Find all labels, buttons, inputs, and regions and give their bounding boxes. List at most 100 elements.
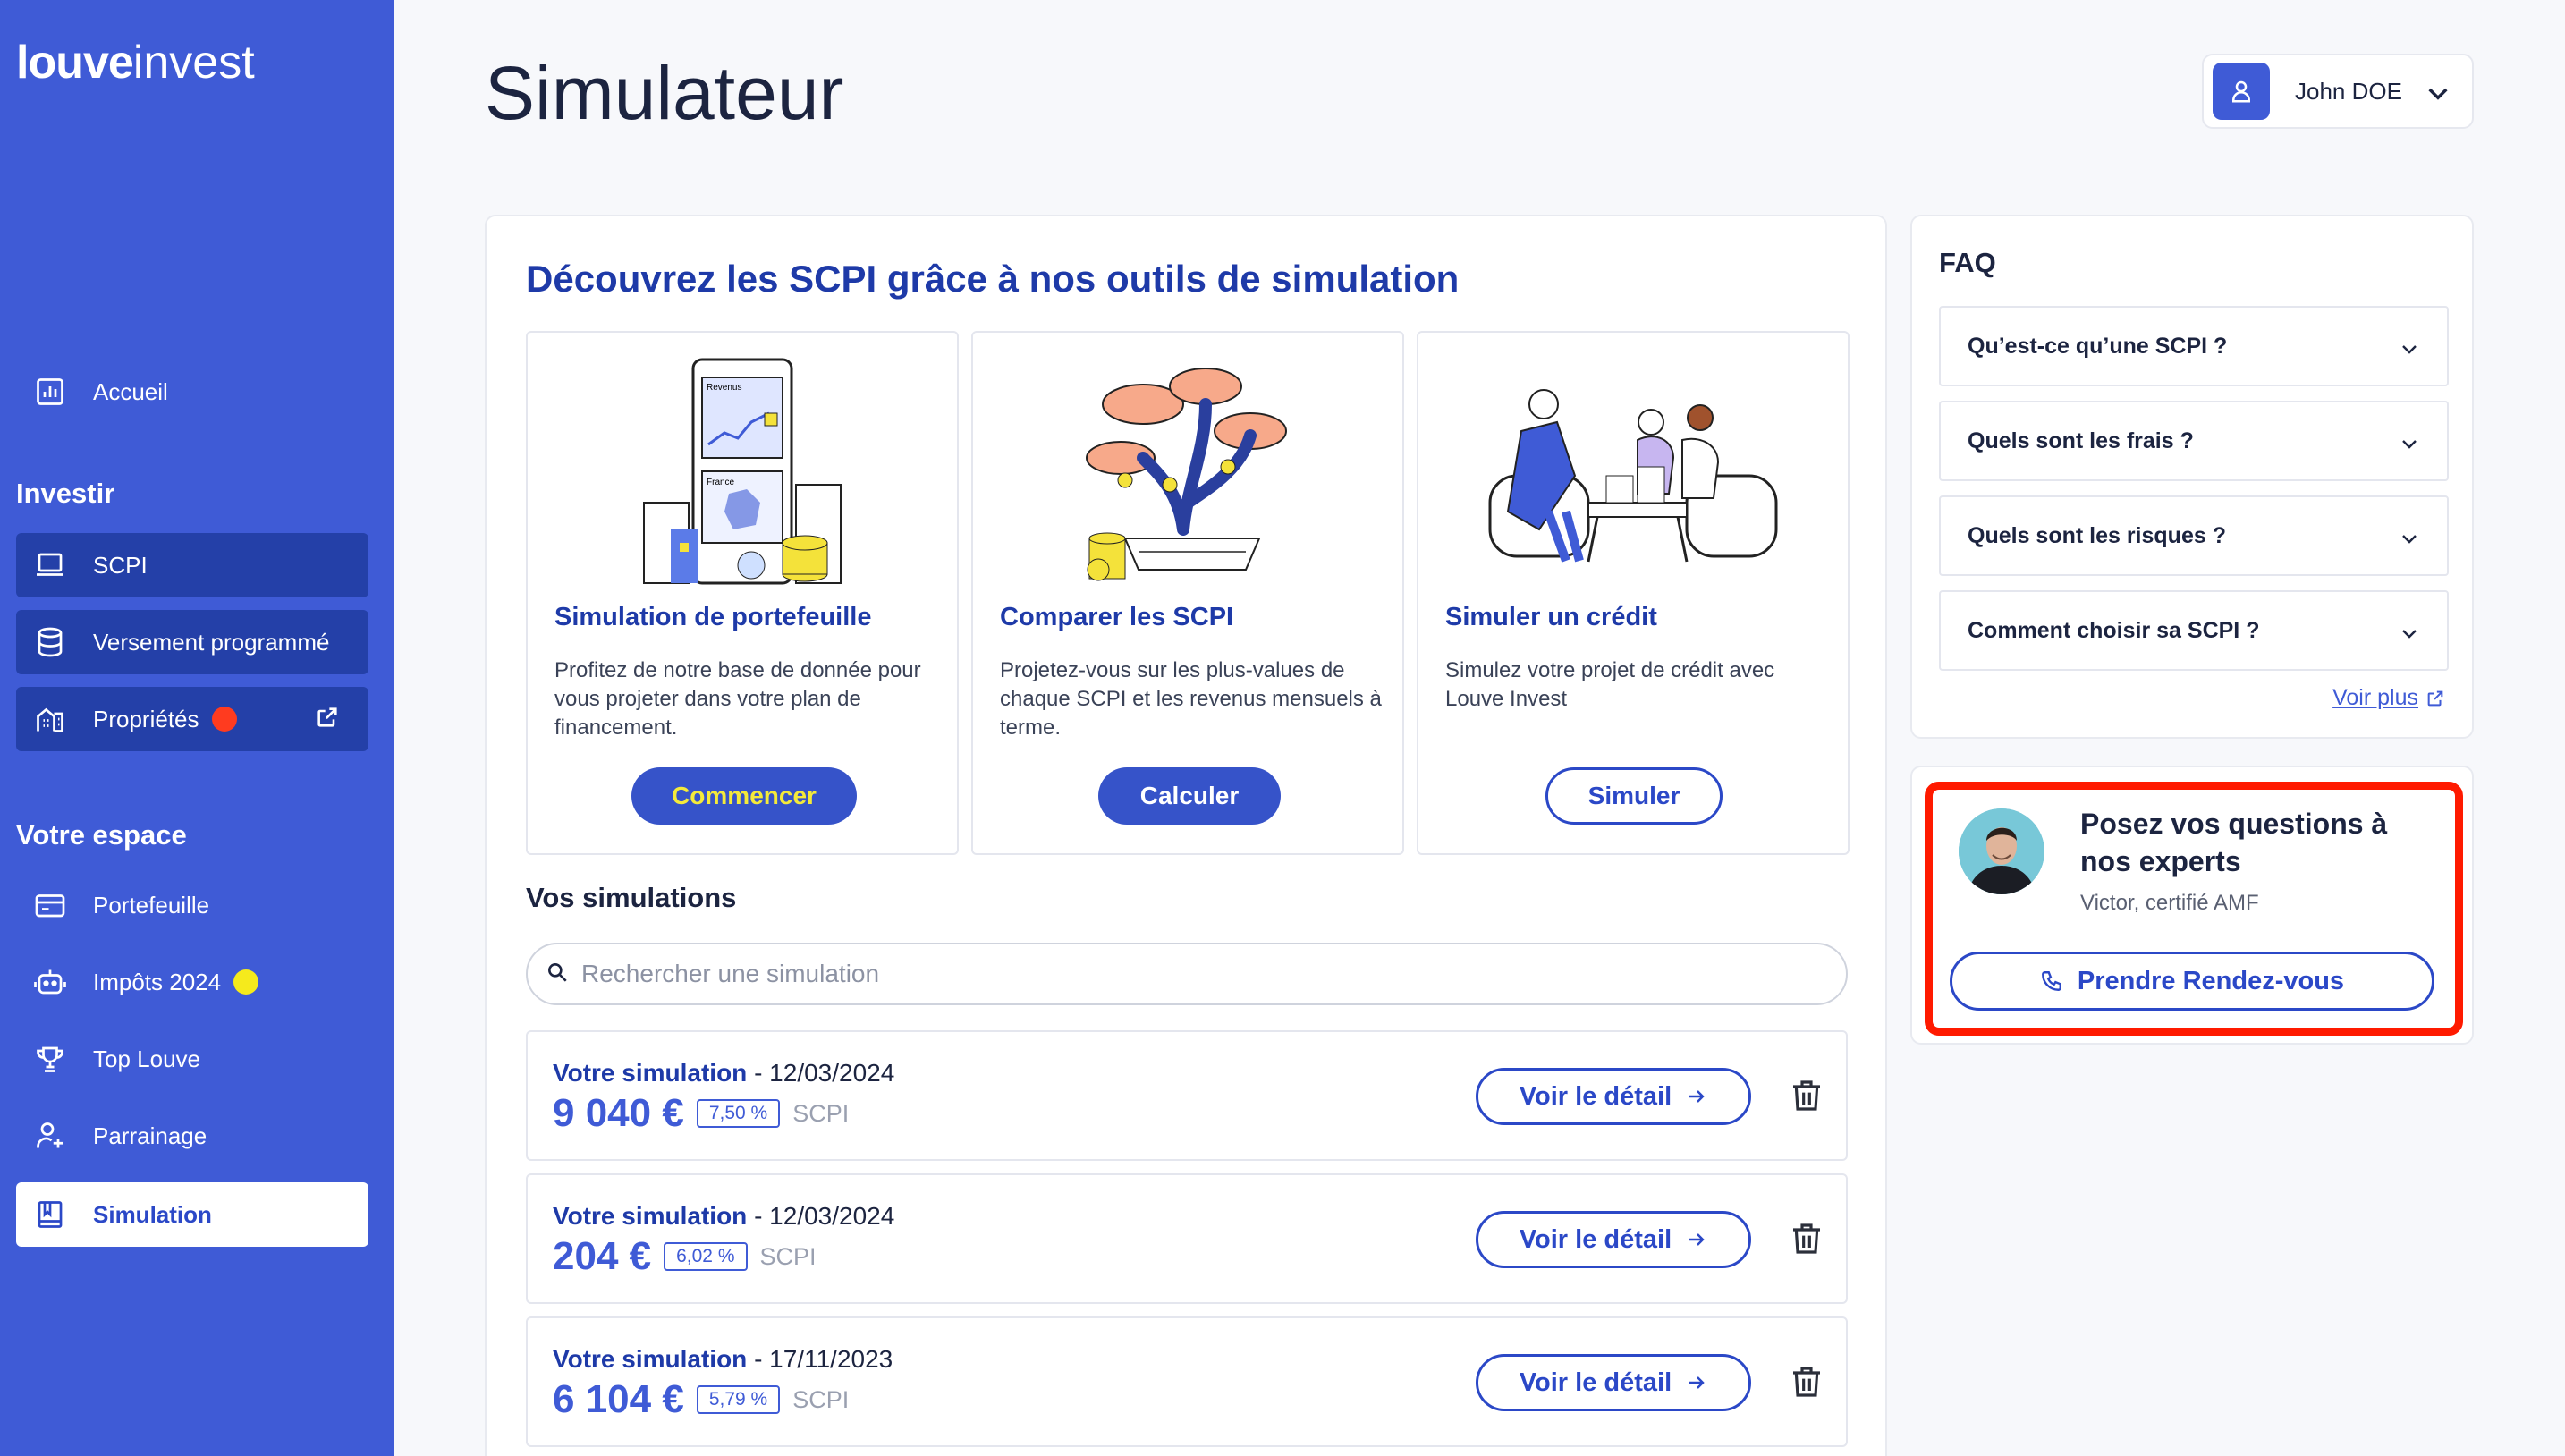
sidebar-item-scpi[interactable]: SCPI	[16, 533, 368, 597]
voir-detail-button[interactable]: Voir le détail	[1476, 1068, 1751, 1125]
book-icon	[32, 1197, 68, 1232]
phone-icon	[2041, 971, 2061, 991]
arrow-right-icon	[1689, 1376, 1705, 1389]
expert-title: Posez vos questions à nos experts	[2080, 808, 2388, 877]
database-icon	[32, 624, 68, 660]
simulation-row: Votre simulation - 12/03/2024 204 € 6,02…	[526, 1173, 1848, 1304]
tools-heading: Découvrez les SCPI grâce à nos outils de…	[526, 258, 1460, 300]
chevron-down-icon	[2424, 79, 2452, 112]
simulation-heading: Votre simulation - 12/03/2024	[553, 1059, 895, 1087]
simulation-amount: 9 040 €	[553, 1091, 684, 1135]
tool-description: Simulez votre projet de crédit avec Louv…	[1445, 658, 1775, 711]
expert-avatar	[1959, 808, 2044, 894]
sidebar-item-label: SCPI	[93, 551, 148, 579]
user-menu[interactable]: John DOE	[2202, 54, 2474, 129]
sidebar-item-simulation[interactable]: Simulation	[16, 1182, 368, 1247]
sidebar-item-label: Top Louve	[93, 1045, 200, 1072]
search-icon	[546, 961, 569, 988]
voir-detail-button[interactable]: Voir le détail	[1476, 1211, 1751, 1268]
tool-card-comparer: Comparer les SCPI Projetez-vous sur les …	[971, 331, 1404, 855]
tool-description: Profitez de notre base de donnée pour vo…	[554, 658, 921, 740]
building-icon	[32, 701, 68, 737]
notification-badge	[233, 969, 259, 995]
chevron-down-icon	[2399, 622, 2420, 650]
simulation-row: Votre simulation - 17/11/2023 6 104 € 5,…	[526, 1316, 1848, 1447]
sidebar-item-portefeuille[interactable]: Portefeuille	[16, 873, 368, 937]
voir-detail-button[interactable]: Voir le détail	[1476, 1354, 1751, 1411]
user-avatar	[2213, 63, 2270, 120]
section-title-investir: Investir	[16, 478, 115, 509]
simulation-amount-group: 9 040 € 7,50 % SCPI	[553, 1091, 849, 1136]
sidebar-item-label: Parrainage	[93, 1122, 207, 1149]
simulation-amount: 204 €	[553, 1234, 652, 1278]
simulation-type: SCPI	[792, 1099, 850, 1127]
bar-chart-icon	[32, 374, 68, 410]
user-name: John DOE	[2295, 77, 2402, 105]
trophy-icon	[32, 1041, 68, 1077]
voir-plus-link[interactable]: Voir plus	[2332, 685, 2445, 711]
simuler-button[interactable]: Simuler	[1545, 767, 1723, 825]
sidebar-item-top-louve[interactable]: Top Louve	[16, 1027, 368, 1091]
chevron-down-icon	[2399, 528, 2420, 555]
simulation-heading: Votre simulation - 17/11/2023	[553, 1345, 893, 1373]
portfolio-illustration: Revenus France	[528, 351, 957, 601]
arrow-right-icon	[1689, 1090, 1705, 1103]
search-input[interactable]: Rechercher une simulation	[526, 943, 1848, 1005]
user-icon	[2232, 80, 2250, 103]
calculer-button[interactable]: Calculer	[1098, 767, 1281, 825]
robot-icon	[32, 964, 68, 1000]
tool-card-portefeuille: Revenus France Simulation de portefeuill…	[526, 331, 959, 855]
faq-item[interactable]: Qu’est-ce qu’une SCPI ?	[1939, 306, 2449, 386]
sidebar-item-label: Propriétés	[93, 705, 199, 732]
illustration-label-revenus: Revenus	[707, 383, 741, 393]
simulation-heading: Votre simulation - 12/03/2024	[553, 1202, 895, 1230]
sidebar: louveinvest Accueil Investir SCPI Versem…	[0, 0, 394, 1456]
commencer-button[interactable]: Commencer	[631, 767, 857, 825]
expert-card: Posez vos questions à nos experts Victor…	[1910, 766, 2474, 1045]
simulations-title: Vos simulations	[526, 882, 737, 913]
faq-item[interactable]: Quels sont les risques ?	[1939, 495, 2449, 576]
rate-badge: 5,79 %	[696, 1385, 781, 1414]
sidebar-item-label: Impôts 2024	[93, 968, 222, 995]
faq-item[interactable]: Comment choisir sa SCPI ?	[1939, 590, 2449, 671]
tree-illustration	[973, 351, 1402, 601]
search-placeholder: Rechercher une simulation	[581, 960, 880, 987]
trash-icon[interactable]	[1789, 1077, 1824, 1119]
simulation-row: Votre simulation - 12/03/2024 9 040 € 7,…	[526, 1030, 1848, 1161]
tool-title: Comparer les SCPI	[1000, 603, 1234, 631]
louve-invest-logo[interactable]: louveinvest	[16, 36, 255, 89]
user-plus-icon	[32, 1118, 68, 1154]
trash-icon[interactable]	[1789, 1363, 1824, 1405]
tool-card-credit: Simuler un crédit Simulez votre projet d…	[1417, 331, 1850, 855]
trash-icon[interactable]	[1789, 1220, 1824, 1262]
tool-title: Simulation de portefeuille	[554, 603, 872, 631]
sidebar-item-accueil[interactable]: Accueil	[16, 360, 368, 424]
illustration-label-france: France	[707, 478, 735, 487]
faq-title: FAQ	[1939, 247, 1996, 278]
page-title: Simulateur	[485, 51, 844, 135]
prendre-rendez-vous-button[interactable]: Prendre Rendez-vous	[1950, 952, 2434, 1011]
simulation-tools-card: Découvrez les SCPI grâce à nos outils de…	[485, 215, 1887, 1456]
chevron-down-icon	[2399, 433, 2420, 461]
section-title-votre-espace: Votre espace	[16, 819, 187, 851]
meeting-illustration	[1418, 351, 1848, 601]
sidebar-item-impots[interactable]: Impôts 2024	[16, 950, 368, 1014]
rate-badge: 6,02 %	[664, 1242, 748, 1271]
laptop-icon	[32, 547, 68, 583]
tool-title: Simuler un crédit	[1445, 603, 1657, 631]
faq-item[interactable]: Quels sont les frais ?	[1939, 401, 2449, 481]
sidebar-item-label: Simulation	[93, 1200, 212, 1228]
sidebar-item-parrainage[interactable]: Parrainage	[16, 1104, 368, 1168]
wallet-icon	[32, 887, 68, 923]
simulation-type: SCPI	[792, 1385, 850, 1413]
expert-subtitle: Victor, certifié AMF	[2080, 891, 2259, 915]
sidebar-item-versement[interactable]: Versement programmé	[16, 610, 368, 674]
rate-badge: 7,50 %	[696, 1099, 781, 1128]
simulation-amount: 6 104 €	[553, 1377, 684, 1421]
simulation-type: SCPI	[759, 1242, 817, 1270]
sidebar-item-proprietes[interactable]: Propriétés	[16, 687, 368, 751]
chevron-down-icon	[2399, 338, 2420, 366]
tool-description: Projetez-vous sur les plus-values de cha…	[1000, 658, 1382, 740]
notification-badge	[211, 707, 237, 732]
external-link-icon	[2427, 690, 2443, 706]
